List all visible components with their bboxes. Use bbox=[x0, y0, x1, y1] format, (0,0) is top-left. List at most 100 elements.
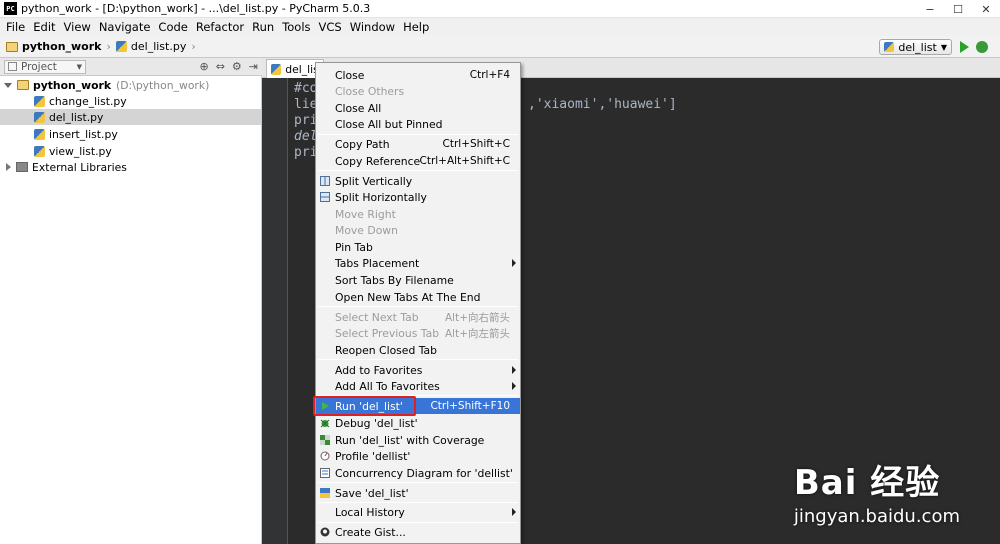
gear-icon[interactable]: ⚙ bbox=[232, 60, 242, 73]
breadcrumb-separator-icon: › bbox=[191, 40, 196, 53]
menu-item-sort-tabs[interactable]: Sort Tabs By Filename bbox=[316, 272, 520, 288]
annotation-highlight-box bbox=[313, 396, 416, 416]
menu-item-create-gist[interactable]: Create Gist... bbox=[316, 524, 520, 540]
menu-refactor[interactable]: Refactor bbox=[192, 20, 248, 34]
menu-file[interactable]: File bbox=[2, 20, 29, 34]
python-file-icon bbox=[34, 128, 45, 140]
folder-icon bbox=[6, 41, 18, 52]
code-line-4: del bbox=[294, 129, 318, 144]
menu-item-shortcut: Alt+向右箭头 bbox=[444, 311, 510, 324]
menu-vcs[interactable]: VCS bbox=[315, 20, 346, 34]
menu-item-shortcut: Ctrl+Shift+F10 bbox=[430, 400, 510, 412]
menu-item-label: Profile 'dellist' bbox=[335, 449, 411, 463]
collapse-icon[interactable]: ⇔ bbox=[216, 60, 225, 73]
menu-item-copy-reference[interactable]: Copy Reference Ctrl+Alt+Shift+C bbox=[316, 153, 520, 169]
maximize-button[interactable]: ☐ bbox=[944, 0, 972, 18]
menu-item-shortcut: Ctrl+Alt+Shift+C bbox=[419, 155, 511, 167]
menu-item-move-right: Move Right bbox=[316, 206, 520, 222]
menu-item-add-to-favorites[interactable]: Add to Favorites bbox=[316, 362, 520, 378]
tree-file-view-list[interactable]: view_list.py bbox=[34, 143, 112, 159]
menu-item-label: Create Gist... bbox=[335, 525, 406, 539]
menu-run[interactable]: Run bbox=[248, 20, 278, 34]
editor-gutter bbox=[262, 78, 288, 544]
watermark-brand: Bai 经验 bbox=[793, 463, 941, 503]
breadcrumb-project[interactable]: python_work bbox=[6, 40, 101, 53]
breadcrumb-file-label: del_list.py bbox=[130, 40, 187, 53]
menu-item-label: Open New Tabs At The End bbox=[335, 290, 481, 304]
submenu-arrow-icon bbox=[512, 508, 516, 516]
menu-separator bbox=[318, 502, 518, 503]
menu-item-label: Move Down bbox=[335, 223, 398, 237]
menu-item-select-next-tab: Select Next Tab Alt+向右箭头 bbox=[316, 309, 520, 325]
menu-window[interactable]: Window bbox=[346, 20, 399, 34]
menu-item-label: Close All but Pinned bbox=[335, 117, 443, 131]
menu-item-concurrency-diagram[interactable]: Concurrency Diagram for 'dellist' bbox=[316, 465, 520, 481]
menu-code[interactable]: Code bbox=[154, 20, 191, 34]
tree-root-label: python_work bbox=[33, 78, 112, 92]
menu-item-tabs-placement[interactable]: Tabs Placement bbox=[316, 255, 520, 271]
menu-edit[interactable]: Edit bbox=[29, 20, 59, 34]
menu-item-profile[interactable]: Profile 'dellist' bbox=[316, 448, 520, 464]
expand-arrow-icon[interactable] bbox=[4, 82, 12, 88]
run-icon[interactable] bbox=[960, 41, 969, 53]
debug-icon[interactable] bbox=[976, 41, 988, 53]
menu-separator bbox=[318, 482, 518, 483]
menu-item-split-vertically[interactable]: Split Vertically bbox=[316, 173, 520, 189]
tree-root-python-work[interactable]: python_work (D:\python_work) bbox=[4, 77, 209, 93]
menu-item-run-with-coverage[interactable]: Run 'del_list' with Coverage bbox=[316, 432, 520, 448]
run-configuration-select[interactable]: del_list ▼ bbox=[879, 39, 952, 55]
concurrency-diagram-icon bbox=[320, 468, 330, 478]
menu-help[interactable]: Help bbox=[399, 20, 433, 34]
close-window-button[interactable]: ✕ bbox=[972, 0, 1000, 18]
menu-item-save-del-list[interactable]: Save 'del_list' bbox=[316, 485, 520, 501]
expand-arrow-icon[interactable] bbox=[6, 163, 11, 171]
project-panel-header: Project ▼ ⊕ ⇔ ⚙ ⇥ bbox=[0, 58, 262, 76]
menu-separator bbox=[318, 522, 518, 523]
menu-navigate[interactable]: Navigate bbox=[95, 20, 155, 34]
folder-icon bbox=[17, 80, 29, 90]
tree-external-libraries[interactable]: External Libraries bbox=[6, 159, 127, 175]
menu-item-label: Close All bbox=[335, 101, 382, 115]
submenu-arrow-icon bbox=[512, 382, 516, 390]
menu-separator bbox=[318, 170, 518, 171]
window-controls: − ☐ ✕ bbox=[916, 0, 1000, 18]
menu-tools[interactable]: Tools bbox=[278, 20, 314, 34]
tree-file-insert-list[interactable]: insert_list.py bbox=[34, 126, 118, 142]
menu-item-label: Sort Tabs By Filename bbox=[335, 273, 454, 287]
menu-item-close-all-but-pinned[interactable]: Close All but Pinned bbox=[316, 116, 520, 132]
project-view-select[interactable]: Project ▼ bbox=[4, 59, 86, 74]
tree-file-del-list[interactable]: del_list.py bbox=[0, 109, 261, 125]
menu-item-add-all-to-favorites[interactable]: Add All To Favorites bbox=[316, 378, 520, 394]
breadcrumb-file[interactable]: del_list.py bbox=[115, 40, 187, 53]
project-icon bbox=[8, 62, 17, 71]
hide-icon[interactable]: ⇥ bbox=[249, 60, 258, 73]
tree-root-path: (D:\python_work) bbox=[116, 78, 210, 92]
python-file-icon bbox=[34, 111, 45, 123]
split-vertically-icon bbox=[320, 176, 330, 186]
library-icon bbox=[16, 162, 28, 172]
menu-item-reopen-closed-tab[interactable]: Reopen Closed Tab bbox=[316, 342, 520, 358]
tree-file-change-list[interactable]: change_list.py bbox=[34, 93, 127, 109]
menu-item-local-history[interactable]: Local History bbox=[316, 504, 520, 520]
tree-file-label: view_list.py bbox=[49, 144, 112, 158]
menu-item-copy-path[interactable]: Copy Path Ctrl+Shift+C bbox=[316, 136, 520, 152]
menu-item-select-previous-tab: Select Previous Tab Alt+向左箭头 bbox=[316, 325, 520, 341]
menu-view[interactable]: View bbox=[60, 20, 95, 34]
baidu-watermark: Bai 经验 jingyan.baidu.com bbox=[794, 455, 960, 527]
window-title-bar: PC python_work - [D:\python_work] - ...\… bbox=[0, 0, 1000, 18]
menu-item-open-new-tabs-at-end[interactable]: Open New Tabs At The End bbox=[316, 289, 520, 305]
chevron-down-icon: ▼ bbox=[76, 62, 82, 71]
menu-item-debug-del-list[interactable]: Debug 'del_list' bbox=[316, 415, 520, 431]
menu-item-pin-tab[interactable]: Pin Tab bbox=[316, 239, 520, 255]
menu-item-split-horizontally[interactable]: Split Horizontally bbox=[316, 189, 520, 205]
menu-bar: File Edit View Navigate Code Refactor Ru… bbox=[0, 18, 1000, 36]
menu-item-label: Save 'del_list' bbox=[335, 486, 409, 500]
menu-item-label: Concurrency Diagram for 'dellist' bbox=[335, 466, 513, 480]
menu-item-label: Select Previous Tab bbox=[335, 326, 440, 340]
tree-file-label: change_list.py bbox=[49, 94, 127, 108]
menu-item-close-all[interactable]: Close All bbox=[316, 100, 520, 116]
minimize-button[interactable]: − bbox=[916, 0, 944, 18]
menu-item-label: Tabs Placement bbox=[335, 256, 420, 270]
locate-icon[interactable]: ⊕ bbox=[199, 60, 208, 73]
menu-item-close[interactable]: Close Ctrl+F4 bbox=[316, 67, 520, 83]
